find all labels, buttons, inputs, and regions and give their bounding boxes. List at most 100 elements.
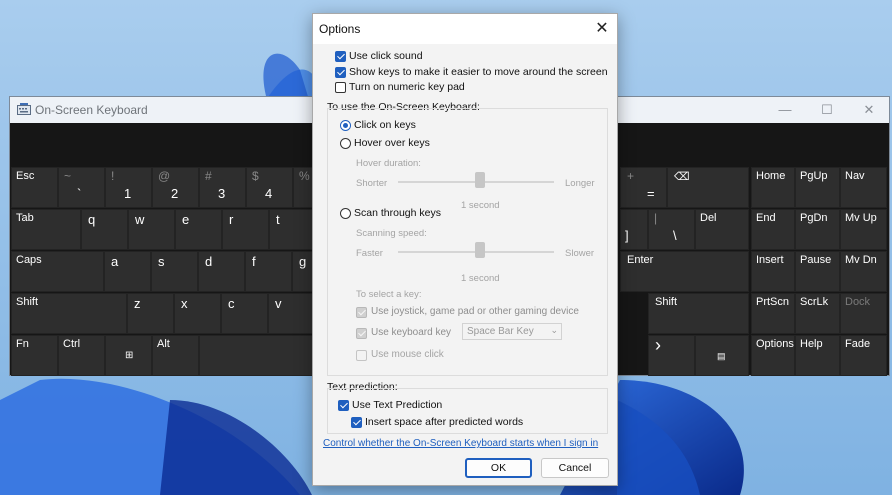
key-d[interactable]: d bbox=[198, 251, 245, 292]
key-label: Alt bbox=[157, 338, 170, 350]
scanning-speed-max-label: Slower bbox=[565, 248, 595, 259]
key-label: ScrLk bbox=[800, 296, 829, 308]
ok-button[interactable]: OK bbox=[465, 458, 532, 478]
key-r[interactable]: r bbox=[222, 209, 269, 250]
key-caps[interactable]: Caps bbox=[11, 251, 104, 292]
key-label: q bbox=[88, 212, 96, 227]
key-c[interactable]: c bbox=[221, 293, 268, 334]
key-label: f bbox=[252, 254, 256, 269]
key-g[interactable]: g bbox=[292, 251, 313, 292]
key-e[interactable]: e bbox=[175, 209, 222, 250]
key-fade[interactable]: Fade bbox=[840, 335, 887, 376]
key-label: r bbox=[229, 212, 234, 227]
key-nav[interactable]: Nav bbox=[840, 167, 887, 208]
option-label: Use click sound bbox=[349, 50, 423, 62]
show-keys-checkbox[interactable] bbox=[335, 67, 346, 78]
key-label: PgDn bbox=[800, 212, 828, 224]
key-v[interactable]: v bbox=[268, 293, 313, 334]
key-a[interactable]: a bbox=[104, 251, 151, 292]
startup-control-link[interactable]: Control whether the On-Screen Keyboard s… bbox=[323, 438, 598, 449]
numeric-keypad-checkbox[interactable] bbox=[335, 82, 346, 93]
option-label: Insert space after predicted words bbox=[365, 416, 524, 428]
key-help[interactable]: Help bbox=[795, 335, 840, 376]
key-label: Options bbox=[756, 338, 794, 350]
key-pgup[interactable]: PgUp bbox=[795, 167, 840, 208]
key-label: Del bbox=[700, 212, 717, 224]
key-mv-up[interactable]: Mv Up bbox=[840, 209, 887, 250]
key-label: Dock bbox=[845, 296, 871, 308]
context-menu-icon: ▤ bbox=[717, 351, 726, 361]
use-text-prediction-checkbox[interactable] bbox=[338, 400, 349, 411]
key-label: Caps bbox=[16, 254, 42, 266]
key-5[interactable]: % bbox=[293, 167, 313, 208]
key-end[interactable]: End bbox=[751, 209, 795, 250]
key-pgdn[interactable]: PgDn bbox=[795, 209, 840, 250]
key-space[interactable] bbox=[199, 335, 313, 376]
key-ctrl[interactable]: Ctrl bbox=[58, 335, 105, 376]
option-label: Use mouse click bbox=[371, 349, 444, 360]
key-home[interactable]: Home bbox=[751, 167, 795, 208]
key-dock[interactable]: Dock bbox=[840, 293, 887, 334]
key-s[interactable]: s bbox=[151, 251, 198, 292]
key-1[interactable]: ! 1 bbox=[105, 167, 152, 208]
key-label: g bbox=[299, 254, 307, 269]
key-insert[interactable]: Insert bbox=[751, 251, 795, 292]
key-options[interactable]: Options bbox=[751, 335, 795, 376]
key-label: v bbox=[275, 296, 282, 311]
click-on-keys-radio[interactable] bbox=[340, 120, 351, 131]
key-t[interactable]: t bbox=[269, 209, 313, 250]
key-tilde[interactable]: ~ ` bbox=[58, 167, 105, 208]
key-f[interactable]: f bbox=[245, 251, 292, 292]
key-w[interactable]: w bbox=[128, 209, 175, 250]
key-shift-label: ~ bbox=[64, 169, 72, 183]
key-pause[interactable]: Pause bbox=[795, 251, 840, 292]
dialog-title-bar[interactable]: Options ✕ bbox=[313, 14, 617, 44]
key-esc[interactable]: Esc bbox=[11, 167, 58, 208]
option-label: Click on keys bbox=[354, 119, 416, 131]
key-backslash[interactable]: | \ bbox=[648, 209, 695, 250]
key-right-arrow[interactable]: › bbox=[648, 335, 695, 376]
key-label: \ bbox=[673, 228, 677, 243]
cancel-button[interactable]: Cancel bbox=[541, 458, 609, 478]
key-shift-left[interactable]: Shift bbox=[11, 293, 127, 334]
scan-through-keys-radio[interactable] bbox=[340, 208, 351, 219]
key-right-bracket[interactable]: ] bbox=[620, 209, 648, 250]
key-shift-label: @ bbox=[158, 169, 171, 183]
minimize-button[interactable]: — bbox=[765, 100, 805, 120]
key-3[interactable]: #3 bbox=[199, 167, 246, 208]
key-shift-right[interactable]: Shift bbox=[648, 293, 749, 334]
maximize-button[interactable]: ☐ bbox=[807, 100, 847, 120]
hover-duration-max-label: Longer bbox=[565, 178, 595, 189]
key-x[interactable]: x bbox=[174, 293, 221, 334]
key-backspace[interactable]: ⌫ bbox=[667, 167, 749, 208]
option-label: Scan through keys bbox=[354, 207, 441, 219]
close-button[interactable]: ✕ bbox=[849, 100, 889, 120]
key-del[interactable]: Del bbox=[695, 209, 749, 250]
option-label: Turn on numeric key pad bbox=[349, 81, 465, 93]
key-shift-label: # bbox=[205, 169, 212, 183]
option-label: Use Text Prediction bbox=[352, 399, 443, 411]
key-fn[interactable]: Fn bbox=[11, 335, 58, 376]
key-equals[interactable]: + = bbox=[620, 167, 667, 208]
key-mv-dn[interactable]: Mv Dn bbox=[840, 251, 887, 292]
key-label: w bbox=[135, 212, 145, 227]
key-enter[interactable]: Enter bbox=[620, 251, 749, 292]
key-q[interactable]: q bbox=[81, 209, 128, 250]
key-scrlk[interactable]: ScrLk bbox=[795, 293, 840, 334]
key-2[interactable]: @2 bbox=[152, 167, 199, 208]
key-tab[interactable]: Tab bbox=[11, 209, 81, 250]
hover-over-keys-radio[interactable] bbox=[340, 138, 351, 149]
key-z[interactable]: z bbox=[127, 293, 174, 334]
use-click-sound-checkbox[interactable] bbox=[335, 51, 346, 62]
key-menu[interactable]: ▤ bbox=[695, 335, 749, 376]
key-prtscn[interactable]: PrtScn bbox=[751, 293, 795, 334]
use-keyboard-key-checkbox bbox=[356, 328, 367, 339]
key-label: Fn bbox=[16, 338, 29, 350]
insert-space-checkbox[interactable] bbox=[351, 417, 362, 428]
key-4[interactable]: $4 bbox=[246, 167, 293, 208]
key-alt[interactable]: Alt bbox=[152, 335, 199, 376]
dialog-close-button[interactable]: ✕ bbox=[589, 16, 615, 42]
key-label: 1 bbox=[124, 186, 132, 201]
key-label: Fade bbox=[845, 338, 871, 350]
key-windows[interactable]: ⊞ bbox=[105, 335, 152, 376]
